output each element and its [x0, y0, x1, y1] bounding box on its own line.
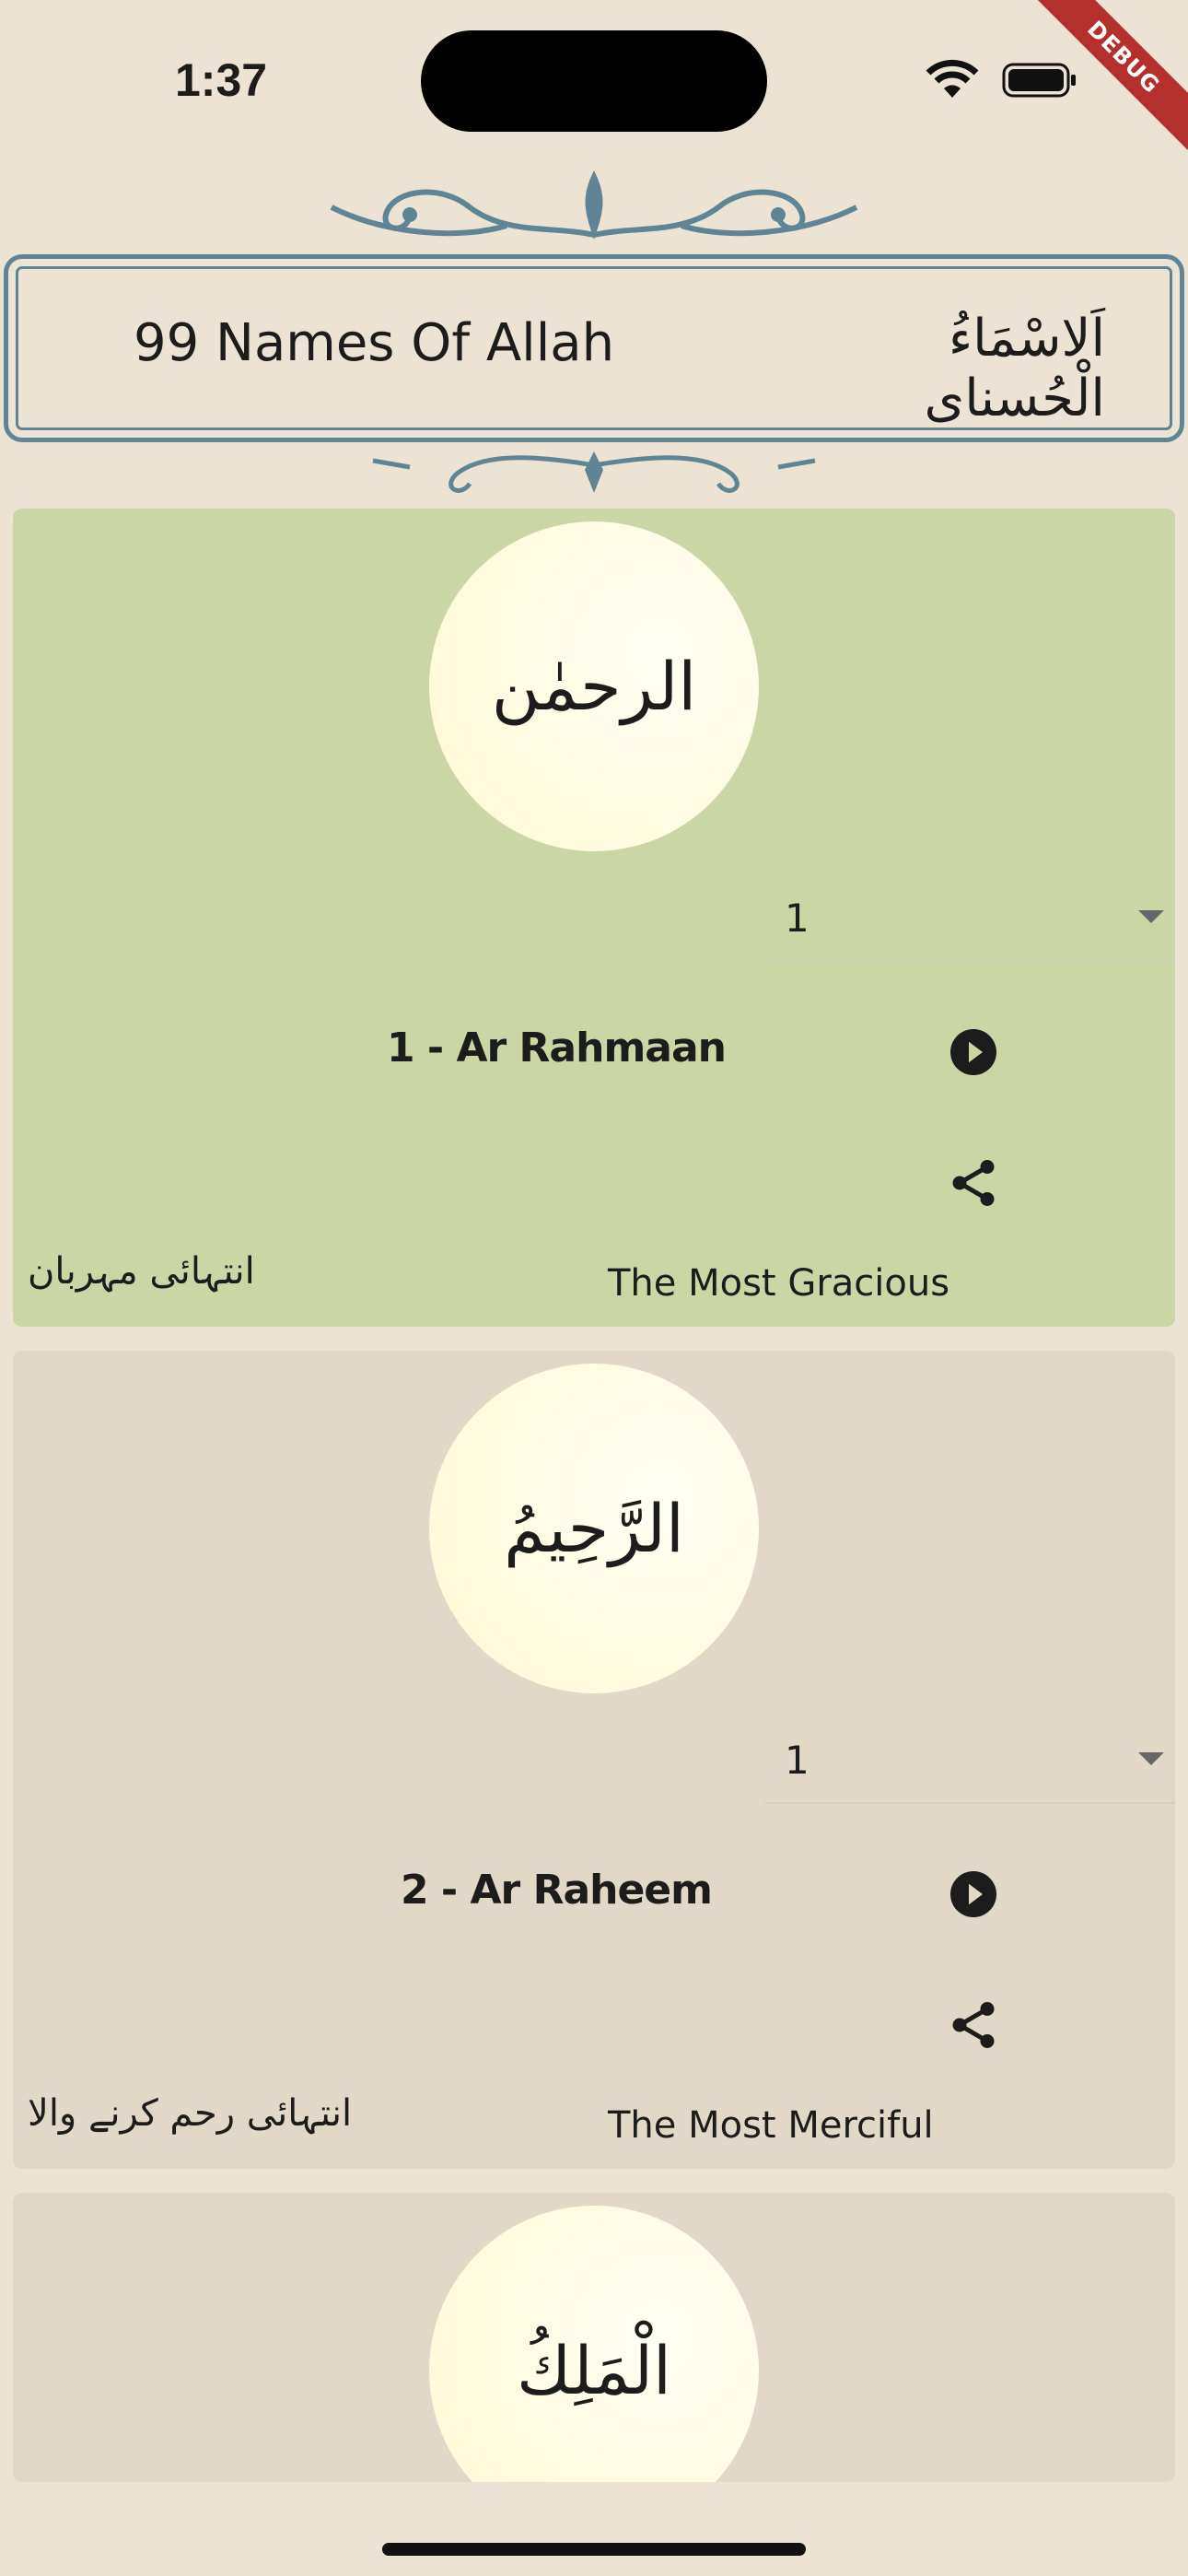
play-circle-icon[interactable]: [946, 1867, 1001, 1922]
arabic-name-circle: الْمَلِكُ: [429, 2206, 759, 2482]
arabic-name-circle: الرَّحِيمُ: [429, 1364, 759, 1693]
bottom-ornament-icon: [372, 451, 816, 493]
wifi-icon: [926, 59, 979, 98]
arabic-name-circle: الرحمٰن: [429, 521, 759, 851]
app-title: 99 Names Of Allah: [134, 313, 615, 373]
dropdown-value: 1: [785, 1738, 809, 1783]
count-dropdown[interactable]: 1: [764, 877, 1175, 962]
dropdown-value: 1: [785, 896, 809, 941]
status-time: 1:37: [175, 54, 268, 106]
urdu-meaning: انتہائی مہربان: [28, 1250, 255, 1293]
name-title: 2 - Ar Raheem: [400, 1867, 713, 1914]
name-card-3[interactable]: الْمَلِكُ: [13, 2193, 1175, 2482]
battery-icon: [1002, 63, 1076, 98]
dynamic-island: [421, 30, 767, 132]
english-meaning: The Most Merciful: [608, 2104, 934, 2147]
dropdown-arrow-icon: [1138, 1752, 1164, 1765]
count-dropdown[interactable]: 1: [764, 1719, 1175, 1804]
name-card-1[interactable]: الرحمٰن 1 1 - Ar Rahmaan انتہائی مہربان …: [13, 509, 1175, 1327]
name-title: 1 - Ar Rahmaan: [386, 1025, 727, 1071]
english-meaning: The Most Gracious: [608, 1262, 950, 1305]
play-circle-icon[interactable]: [946, 1025, 1001, 1080]
urdu-meaning: انتہائی رحم کرنے والا: [28, 2092, 353, 2135]
name-card-2[interactable]: الرَّحِيمُ 1 2 - Ar Raheem انتہائی رحم ک…: [13, 1351, 1175, 2169]
dropdown-arrow-icon: [1138, 910, 1164, 923]
share-icon[interactable]: [946, 1997, 1001, 2053]
top-ornament-icon: [330, 170, 858, 240]
home-indicator[interactable]: [382, 2543, 806, 2556]
share-icon[interactable]: [946, 1155, 1001, 1211]
arabic-title: اَلاسْمَاءُ الْحُسناى: [924, 309, 1105, 428]
